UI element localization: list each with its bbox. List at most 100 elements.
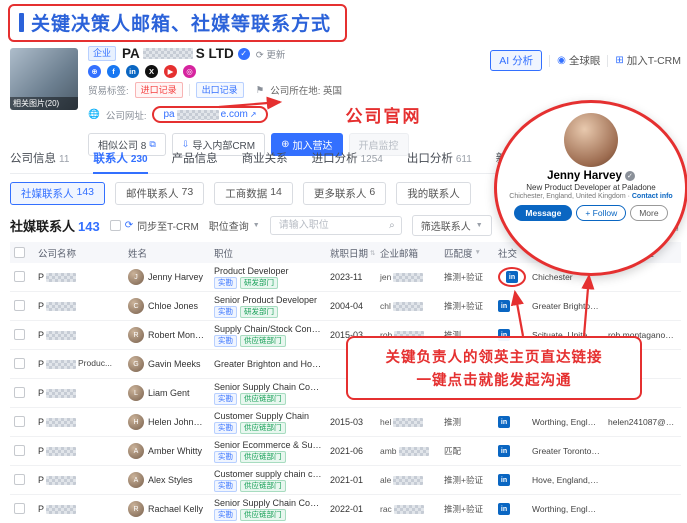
youtube-icon[interactable]: ▶ [164, 65, 177, 78]
row-checkbox[interactable] [14, 474, 25, 485]
search-icon[interactable]: ⌕ [389, 220, 395, 231]
contact-name[interactable]: Liam Gent [148, 388, 190, 398]
position-search-input[interactable] [277, 219, 385, 232]
export-record-tag[interactable]: 出口记录 [196, 82, 244, 98]
avatar: A [128, 443, 144, 459]
contact-name[interactable]: Alex Styles [148, 475, 193, 485]
sync-checkbox[interactable] [110, 220, 121, 231]
instagram-icon[interactable]: ◎ [183, 65, 196, 78]
job-tag: 供应链部门 [240, 393, 286, 405]
start-date-cell: 2022-01 [326, 504, 376, 514]
verified-shield-icon: ✓ [625, 171, 635, 181]
tab[interactable]: 出口分析 611 [407, 150, 472, 166]
contact-name[interactable]: Rachael Kelly [148, 504, 203, 514]
contact-chip[interactable]: 邮件联系人 73 [115, 182, 204, 205]
job-title-cell: Senior Supply Chain Coordinator 实勘供应链部门 [210, 498, 326, 521]
avatar: R [128, 501, 144, 517]
contact-chip[interactable]: 社媒联系人 143 [10, 182, 105, 205]
match-level-cell: 推测+验证 [440, 271, 494, 283]
tab[interactable]: 商业关系 [242, 150, 288, 166]
linkedin-location: Chichester, England, United Kingdom · Co… [509, 193, 672, 200]
contact-name[interactable]: Gavin Meeks [148, 359, 201, 369]
page-title-text: 关键决策人邮箱、社媒等联系方式 [31, 9, 331, 36]
company-website-link[interactable]: pa e.com ↗ [163, 109, 256, 120]
sync-tcrm-toggle[interactable]: ⟳ 同步至T-CRM [110, 218, 199, 233]
enterprise-badge: 企业 [88, 46, 116, 61]
table-row[interactable]: P A Amber Whitty Senior Ecommerce & Supp… [10, 437, 681, 466]
contact-name[interactable]: Jenny Harvey [148, 272, 203, 282]
blurred-company-name [143, 48, 193, 59]
start-date-cell: 2021-01 [326, 475, 376, 485]
row-checkbox[interactable] [14, 329, 25, 340]
social-cell: in [494, 474, 528, 487]
job-title-cell: Senior Supply Chain Coordinator 实勘供应链部门 [210, 382, 326, 405]
sort-icon[interactable]: ⇅ [370, 249, 375, 257]
contact-chip[interactable]: 更多联系人 6 [303, 182, 386, 205]
linkedin-icon[interactable]: in [498, 416, 510, 428]
photo-count-label: 相关图片(20) [10, 97, 78, 110]
tab[interactable]: 产品信息 [172, 150, 218, 166]
match-level-cell: 匹配 [440, 445, 494, 457]
company-email-cell: ale [376, 475, 440, 485]
table-row[interactable]: P R Rachael Kelly Senior Supply Chain Co… [10, 495, 681, 523]
filter-icon[interactable]: ▼ [475, 249, 481, 256]
linkedin-icon[interactable]: in [498, 503, 510, 515]
job-tag: 实勘 [214, 306, 237, 318]
join-tcrm-button[interactable]: ⊞ 加入T-CRM [615, 53, 681, 68]
facebook-icon[interactable]: f [107, 65, 120, 78]
website-icon[interactable]: ⊕ [88, 65, 101, 78]
contact-name[interactable]: Amber Whitty [148, 446, 202, 456]
row-checkbox[interactable] [14, 416, 25, 427]
select-all-checkbox[interactable] [14, 247, 25, 258]
match-level-cell: 推测 [440, 416, 494, 428]
table-row[interactable]: P C Chloe Jones Senior Product Developer… [10, 292, 681, 321]
message-button[interactable]: Message [514, 205, 572, 221]
social-cell: in [494, 267, 528, 287]
x-twitter-icon[interactable]: X [145, 65, 158, 78]
tab-count: 230 [131, 154, 148, 165]
more-button[interactable]: More [630, 205, 667, 221]
contact-name[interactable]: Chloe Jones [148, 301, 198, 311]
refresh-button[interactable]: ⟳ 更新 [256, 47, 286, 61]
contact-info-link[interactable]: Contact info [632, 193, 673, 200]
col-date[interactable]: 就职日期⇅ [326, 246, 376, 260]
linkedin-icon[interactable]: in [506, 271, 518, 283]
row-checkbox[interactable] [14, 300, 25, 311]
follow-button[interactable]: + Follow [576, 205, 626, 221]
company-photo-thumbnail[interactable]: 相关图片(20) [10, 48, 78, 110]
row-checkbox[interactable] [14, 271, 25, 282]
table-row[interactable]: P H Helen Johnstone Customer Supply Chai… [10, 408, 681, 437]
contact-name[interactable]: Helen Johnstone [148, 417, 206, 427]
contact-chip[interactable]: 工商数据 14 [214, 182, 293, 205]
linkedin-icon[interactable]: in [498, 445, 510, 457]
linkedin-avatar [564, 113, 618, 167]
contact-name-cell: C Chloe Jones [124, 298, 210, 314]
global-eye-button[interactable]: ◉ 全球眼 [557, 53, 600, 68]
tab[interactable]: 联系人 230 [93, 150, 147, 166]
tab[interactable]: 公司信息 11 [10, 150, 69, 166]
col-email: 企业邮箱 [376, 246, 440, 260]
divider [189, 84, 190, 96]
job-tag: 研发部门 [240, 277, 278, 289]
blurred-company [46, 273, 76, 282]
tab[interactable]: 进口分析 1254 [312, 150, 383, 166]
import-record-tag[interactable]: 进口记录 [135, 82, 183, 98]
position-query-dropdown[interactable]: 职位查询 ▼ [209, 218, 260, 233]
contact-chip[interactable]: 我的联系人 [396, 182, 471, 205]
linkedin-icon[interactable]: in [126, 65, 139, 78]
col-match[interactable]: 匹配度▼ [440, 246, 494, 260]
linkedin-icon[interactable]: in [498, 300, 510, 312]
linkedin-icon[interactable]: in [498, 474, 510, 486]
contact-name[interactable]: Robert Monta... [148, 330, 206, 340]
row-checkbox[interactable] [14, 503, 25, 514]
job-title-cell: Supply Chain/Stock Control 实勘供应链部门 [210, 324, 326, 347]
social-cell: in [494, 416, 528, 429]
social-cell: in [494, 445, 528, 458]
table-row[interactable]: P A Alex Styles Customer supply chain co… [10, 466, 681, 495]
row-checkbox[interactable] [14, 445, 25, 456]
filter-contacts-dropdown[interactable]: 筛选联系人 ▼ [412, 215, 492, 236]
contact-name-cell: A Amber Whitty [124, 443, 210, 459]
row-checkbox[interactable] [14, 358, 25, 369]
row-checkbox[interactable] [14, 387, 25, 398]
social-cell: in [494, 503, 528, 516]
